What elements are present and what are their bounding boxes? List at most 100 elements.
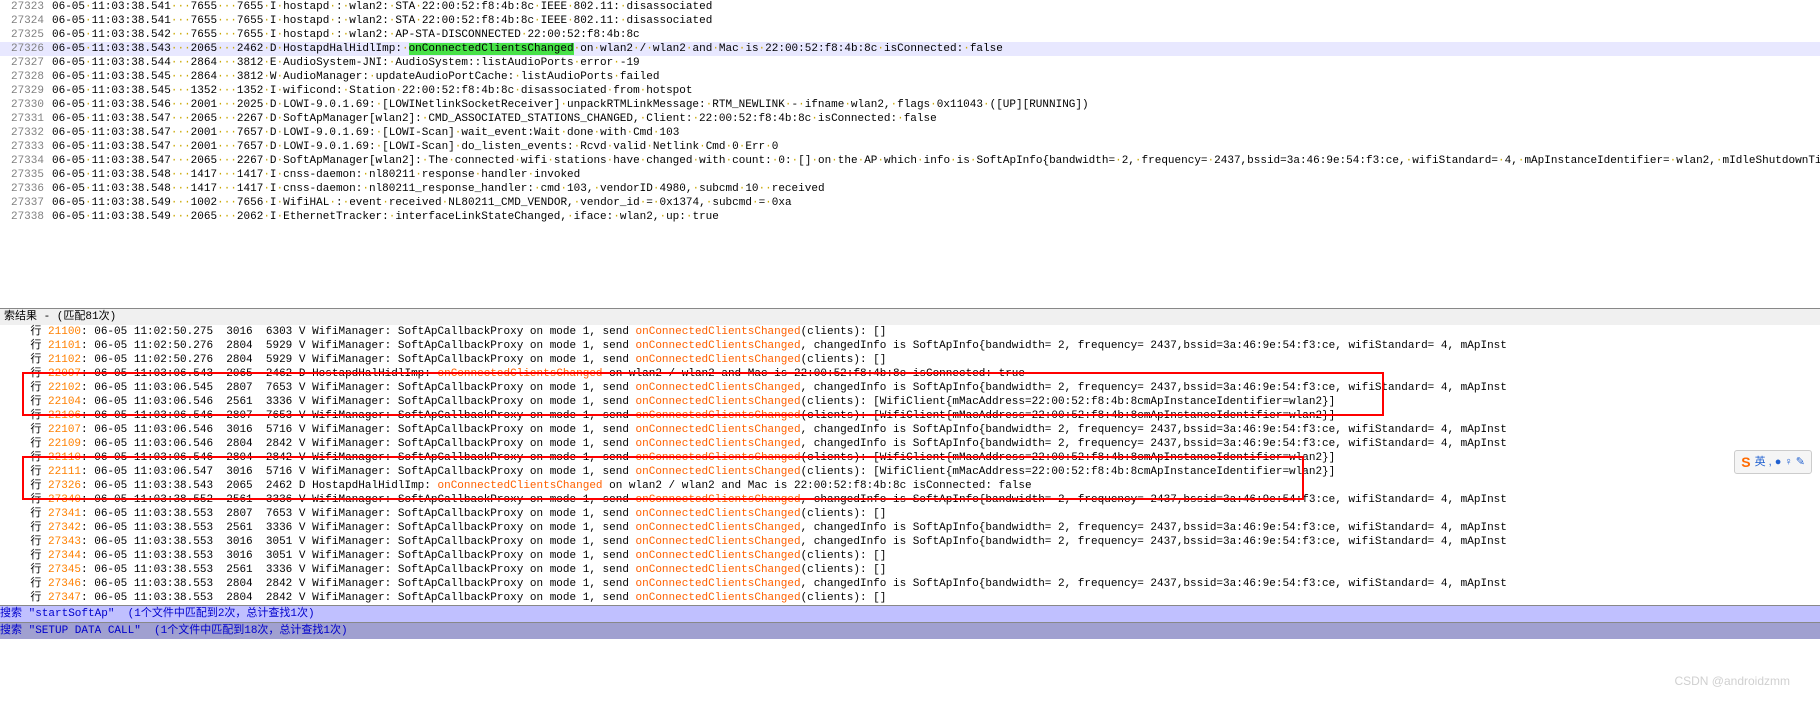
row-label: 行 (30, 550, 41, 562)
sogou-logo-icon: S (1741, 455, 1750, 469)
row-label: 行 (30, 354, 41, 366)
line-number: 27323 (4, 0, 44, 14)
log-line[interactable]: 2732406-05·11:03:38.541···7655···7655·I·… (0, 14, 1820, 28)
search-results-list[interactable]: 行 21100: 06-05 11:02:50.275 3016 6303 V … (0, 325, 1820, 605)
result-line-number: 22109 (48, 438, 81, 450)
line-number: 27336 (4, 182, 44, 196)
row-label: 行 (30, 466, 41, 478)
search-result-row[interactable]: 行 27326: 06-05 11:03:38.543 2065 2462 D … (0, 479, 1820, 493)
line-number: 27338 (4, 210, 44, 224)
row-label: 行 (30, 382, 41, 394)
log-line[interactable]: 2733106-05·11:03:38.547···2065···2267·D·… (0, 112, 1820, 126)
search-result-row[interactable]: 行 27342: 06-05 11:03:38.553 2561 3336 V … (0, 521, 1820, 535)
row-label: 行 (30, 536, 41, 548)
result-line-number: 27341 (48, 508, 81, 520)
row-label: 行 (30, 424, 41, 436)
log-line[interactable]: 2732706-05·11:03:38.544···2864···3812·E·… (0, 56, 1820, 70)
log-line[interactable]: 2733806-05·11:03:38.549···2065···2062·I·… (0, 210, 1820, 224)
line-number: 27329 (4, 84, 44, 98)
line-number: 27337 (4, 196, 44, 210)
row-label: 行 (30, 438, 41, 450)
search-result-row[interactable]: 行 27344: 06-05 11:03:38.553 3016 3051 V … (0, 549, 1820, 563)
result-line-number: 22106 (48, 410, 81, 422)
search-result-row[interactable]: 行 21101: 06-05 11:02:50.276 2804 5929 V … (0, 339, 1820, 353)
row-label: 行 (30, 410, 41, 422)
search-result-row[interactable]: 行 22106: 06-05 11:03:06.546 2807 7653 V … (0, 409, 1820, 423)
result-line-number: 22102 (48, 382, 81, 394)
search-results-header: 索结果 - (匹配81次) (0, 309, 1820, 325)
line-number: 27332 (4, 126, 44, 140)
line-number: 27330 (4, 98, 44, 112)
search-result-row[interactable]: 行 27343: 06-05 11:03:38.553 3016 3051 V … (0, 535, 1820, 549)
log-line[interactable]: 2733406-05·11:03:38.547···2065···2267·D·… (0, 154, 1820, 168)
result-line-number: 21102 (48, 354, 81, 366)
line-number: 27328 (4, 70, 44, 84)
search-result-row[interactable]: 行 22111: 06-05 11:03:06.547 3016 5716 V … (0, 465, 1820, 479)
line-number: 27324 (4, 14, 44, 28)
log-line[interactable]: 2733706-05·11:03:38.549···1002···7656·I·… (0, 196, 1820, 210)
result-line-number: 27345 (48, 564, 81, 576)
log-line[interactable]: 2732506-05·11:03:38.542···7655···7655·I·… (0, 28, 1820, 42)
row-label: 行 (30, 326, 41, 338)
search-result-row[interactable]: 行 27346: 06-05 11:03:38.553 2804 2842 V … (0, 577, 1820, 591)
ime-toolbar[interactable]: S 英 , ● ♀ ✎ (1734, 450, 1812, 474)
row-label: 行 (30, 564, 41, 576)
search-result-row[interactable]: 行 22110: 06-05 11:03:06.546 2804 2842 V … (0, 451, 1820, 465)
row-label: 行 (30, 396, 41, 408)
log-line[interactable]: 2732306-05·11:03:38.541···7655···7655·I·… (0, 0, 1820, 14)
row-label: 行 (30, 592, 41, 604)
log-line[interactable]: 2733206-05·11:03:38.547···2001···7657·D·… (0, 126, 1820, 140)
result-line-number: 22104 (48, 396, 81, 408)
status-bar-1: 搜索 "startSoftAp" (1个文件中匹配到2次，总计查找1次) (0, 605, 1820, 622)
line-number: 27325 (4, 28, 44, 42)
result-line-number: 22097 (48, 368, 81, 380)
row-label: 行 (30, 480, 41, 492)
result-line-number: 27346 (48, 578, 81, 590)
log-line[interactable]: 2733306-05·11:03:38.547···2001···7657·D·… (0, 140, 1820, 154)
search-result-row[interactable]: 行 22104: 06-05 11:03:06.546 2561 3336 V … (0, 395, 1820, 409)
result-line-number: 21101 (48, 340, 81, 352)
line-number: 27331 (4, 112, 44, 126)
search-result-row[interactable]: 行 27341: 06-05 11:03:38.553 2807 7653 V … (0, 507, 1820, 521)
search-result-row[interactable]: 行 27340: 06-05 11:03:38.552 2561 3336 V … (0, 493, 1820, 507)
log-line[interactable]: 2733606-05·11:03:38.548···1417···1417·I·… (0, 182, 1820, 196)
line-number: 27326 (4, 42, 44, 56)
result-line-number: 27347 (48, 592, 81, 604)
search-result-row[interactable]: 行 22097: 06-05 11:03:06.543 2065 2462 D … (0, 367, 1820, 381)
log-line[interactable]: 2732806-05·11:03:38.545···2864···3812·W·… (0, 70, 1820, 84)
row-label: 行 (30, 340, 41, 352)
search-result-row[interactable]: 行 21100: 06-05 11:02:50.275 3016 6303 V … (0, 325, 1820, 339)
log-viewer-top-pane[interactable]: 2732306-05·11:03:38.541···7655···7655·I·… (0, 0, 1820, 308)
log-line[interactable]: 2733506-05·11:03:38.548···1417···1417·I·… (0, 168, 1820, 182)
search-result-row[interactable]: 行 27347: 06-05 11:03:38.553 2804 2842 V … (0, 591, 1820, 605)
result-line-number: 27326 (48, 480, 81, 492)
search-result-row[interactable]: 行 22107: 06-05 11:03:06.546 3016 5716 V … (0, 423, 1820, 437)
log-line[interactable]: 2732606-05·11:03:38.543···2065···2462·D·… (0, 42, 1820, 56)
result-line-number: 22107 (48, 424, 81, 436)
search-results-panel: 索结果 - (匹配81次) 行 21100: 06-05 11:02:50.27… (0, 308, 1820, 605)
row-label: 行 (30, 368, 41, 380)
search-result-row[interactable]: 行 21102: 06-05 11:02:50.276 2804 5929 V … (0, 353, 1820, 367)
search-result-row[interactable]: 行 22102: 06-05 11:03:06.545 2807 7653 V … (0, 381, 1820, 395)
result-line-number: 27344 (48, 550, 81, 562)
row-label: 行 (30, 522, 41, 534)
search-result-row[interactable]: 行 27345: 06-05 11:03:38.553 2561 3336 V … (0, 563, 1820, 577)
result-line-number: 22110 (48, 452, 81, 464)
line-number: 27334 (4, 154, 44, 168)
log-line[interactable]: 2732906-05·11:03:38.545···1352···1352·I·… (0, 84, 1820, 98)
result-line-number: 21100 (48, 326, 81, 338)
result-line-number: 22111 (48, 466, 81, 478)
csdn-watermark: CSDN @androidzmm (1674, 674, 1790, 688)
result-line-number: 27342 (48, 522, 81, 534)
ime-controls[interactable]: 英 , ● ♀ ✎ (1755, 455, 1805, 469)
row-label: 行 (30, 452, 41, 464)
log-line[interactable]: 2733006-05·11:03:38.546···2001···2025·D·… (0, 98, 1820, 112)
line-number: 27335 (4, 168, 44, 182)
row-label: 行 (30, 494, 41, 506)
result-line-number: 27343 (48, 536, 81, 548)
status-bar-2: 搜索 "SETUP DATA CALL" (1个文件中匹配到18次，总计查找1次… (0, 622, 1820, 639)
search-result-row[interactable]: 行 22109: 06-05 11:03:06.546 2804 2842 V … (0, 437, 1820, 451)
row-label: 行 (30, 578, 41, 590)
line-number: 27333 (4, 140, 44, 154)
result-line-number: 27340 (48, 494, 81, 506)
